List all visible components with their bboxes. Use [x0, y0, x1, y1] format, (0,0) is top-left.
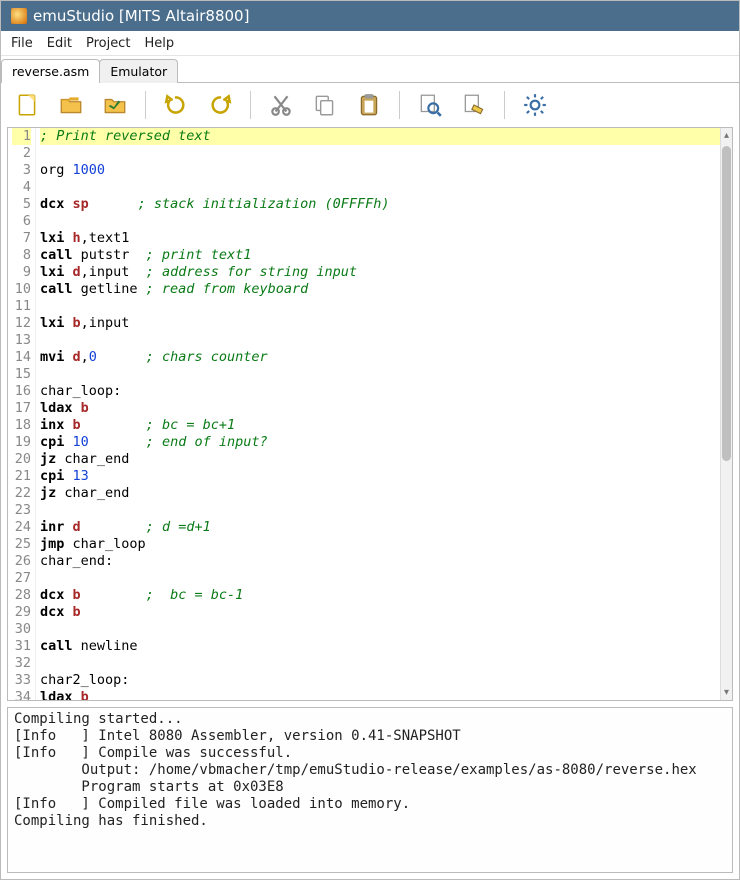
code-line[interactable]: char_loop:	[40, 383, 720, 400]
tab-source[interactable]: reverse.asm	[1, 59, 100, 83]
code-line[interactable]: dcx sp ; stack initialization (0FFFFh)	[40, 196, 720, 213]
menu-bar: File Edit Project Help	[1, 31, 739, 57]
line-gutter: 1234567891011121314151617181920212223242…	[8, 128, 36, 700]
code-line[interactable]	[40, 298, 720, 315]
toolbar-sep	[250, 91, 251, 119]
tab-strip: reverse.asm Emulator	[1, 56, 739, 82]
code-line[interactable]: dcx b ; bc = bc-1	[40, 587, 720, 604]
toolbar	[1, 83, 739, 127]
code-line[interactable]	[40, 179, 720, 196]
code-line[interactable]: jz char_end	[40, 485, 720, 502]
code-editor[interactable]: 1234567891011121314151617181920212223242…	[7, 127, 733, 701]
code-line[interactable]: char_end:	[40, 553, 720, 570]
code-line[interactable]: jz char_end	[40, 451, 720, 468]
code-line[interactable]: inr d ; d =d+1	[40, 519, 720, 536]
scroll-down-icon[interactable]: ▾	[724, 685, 729, 700]
code-line[interactable]: cpi 10 ; end of input?	[40, 434, 720, 451]
open-folder-icon[interactable]	[57, 91, 85, 119]
toolbar-sep	[399, 91, 400, 119]
code-line[interactable]: ldax b	[40, 400, 720, 417]
copy-icon[interactable]	[311, 91, 339, 119]
code-line[interactable]	[40, 502, 720, 519]
code-line[interactable]: org 1000	[40, 162, 720, 179]
code-line[interactable]: jmp char_loop	[40, 536, 720, 553]
menu-edit[interactable]: Edit	[43, 34, 76, 53]
code-line[interactable]	[40, 145, 720, 162]
menu-file[interactable]: File	[7, 34, 37, 53]
code-line[interactable]: lxi b,input	[40, 315, 720, 332]
code-line[interactable]	[40, 213, 720, 230]
app-icon	[11, 8, 27, 24]
tab-emulator-label: Emulator	[110, 64, 167, 79]
code-line[interactable]: mvi d,0 ; chars counter	[40, 349, 720, 366]
code-line[interactable]	[40, 332, 720, 349]
scroll-up-icon[interactable]: ▴	[724, 128, 729, 143]
code-line[interactable]: call getline ; read from keyboard	[40, 281, 720, 298]
tab-emulator[interactable]: Emulator	[99, 59, 178, 83]
paste-icon[interactable]	[355, 91, 383, 119]
code-line[interactable]: ldax b	[40, 689, 720, 700]
code-line[interactable]: dcx b	[40, 604, 720, 621]
code-area[interactable]: ; Print reversed text org 1000 dcx sp ; st…	[36, 128, 720, 700]
compile-icon[interactable]	[460, 91, 488, 119]
code-line[interactable]	[40, 655, 720, 672]
code-line[interactable]: ; Print reversed text	[40, 128, 720, 145]
undo-icon[interactable]	[162, 91, 190, 119]
code-line[interactable]: char2_loop:	[40, 672, 720, 689]
code-line[interactable]	[40, 366, 720, 383]
tab-source-label: reverse.asm	[12, 64, 89, 79]
toolbar-sep	[145, 91, 146, 119]
code-line[interactable]: lxi h,text1	[40, 230, 720, 247]
code-line[interactable]	[40, 621, 720, 638]
compiler-output[interactable]: Compiling started... [Info ] Intel 8080 …	[7, 707, 733, 873]
code-line[interactable]: call newline	[40, 638, 720, 655]
menu-help[interactable]: Help	[140, 34, 178, 53]
toolbar-sep	[504, 91, 505, 119]
redo-icon[interactable]	[206, 91, 234, 119]
code-line[interactable]: cpi 13	[40, 468, 720, 485]
scrollbar-vertical[interactable]: ▴ ▾	[720, 128, 732, 700]
code-line[interactable]: call putstr ; print text1	[40, 247, 720, 264]
settings-icon[interactable]	[521, 91, 549, 119]
app-window: emuStudio [MITS Altair8800] File Edit Pr…	[0, 0, 740, 880]
cut-icon[interactable]	[267, 91, 295, 119]
new-file-icon[interactable]	[13, 91, 41, 119]
menu-project[interactable]: Project	[82, 34, 134, 53]
code-line[interactable]: lxi d,input ; address for string input	[40, 264, 720, 281]
code-line[interactable]	[40, 570, 720, 587]
scroll-thumb[interactable]	[722, 146, 731, 460]
code-line[interactable]: inx b ; bc = bc+1	[40, 417, 720, 434]
title-bar: emuStudio [MITS Altair8800]	[1, 1, 739, 31]
save-icon[interactable]	[101, 91, 129, 119]
window-title: emuStudio [MITS Altair8800]	[33, 7, 249, 25]
find-icon[interactable]	[416, 91, 444, 119]
